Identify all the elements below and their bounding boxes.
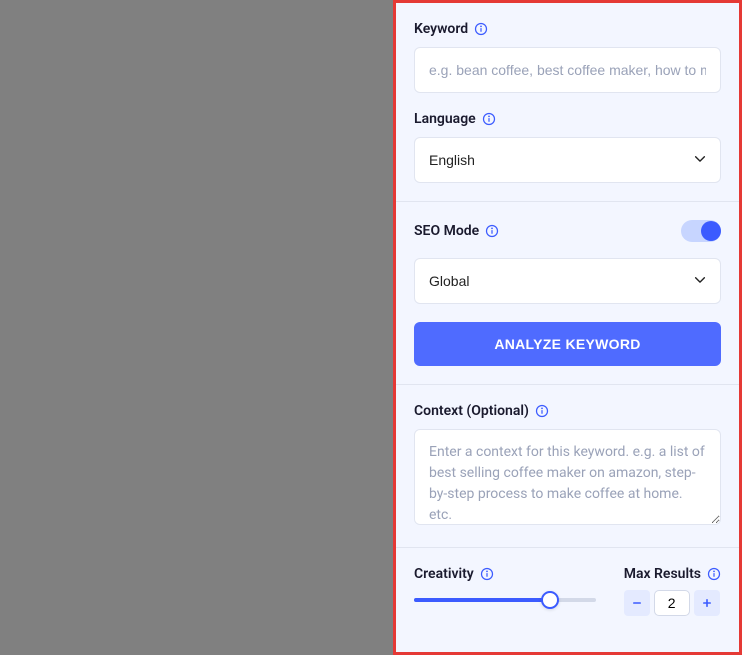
context-label-text: Context (Optional) <box>414 403 529 419</box>
language-label-text: Language <box>414 111 476 127</box>
info-icon[interactable] <box>480 567 494 581</box>
settings-panel: Keyword Language English SEO Mode <box>393 0 742 655</box>
language-label: Language <box>414 111 721 127</box>
minus-icon <box>632 598 642 608</box>
seo-mode-toggle[interactable] <box>681 220 721 242</box>
plus-icon <box>702 598 712 608</box>
seo-mode-section: SEO Mode Global ANALYZE KEYWORD <box>396 201 739 384</box>
analyze-keyword-button[interactable]: ANALYZE KEYWORD <box>414 322 721 366</box>
creativity-col: Creativity <box>414 566 596 616</box>
left-empty-panel <box>0 0 393 655</box>
decrement-button[interactable] <box>624 590 650 616</box>
seo-scope-select[interactable]: Global <box>414 258 721 304</box>
language-select[interactable]: English <box>414 137 721 183</box>
creativity-label-text: Creativity <box>414 566 474 582</box>
creativity-label: Creativity <box>414 566 596 582</box>
info-icon[interactable] <box>707 567 721 581</box>
max-results-col: Max Results <box>624 566 721 616</box>
toggle-knob <box>701 221 721 241</box>
seo-mode-label: SEO Mode <box>414 223 499 239</box>
increment-button[interactable] <box>694 590 720 616</box>
context-textarea[interactable] <box>414 429 721 525</box>
info-icon[interactable] <box>482 112 496 126</box>
keyword-label-text: Keyword <box>414 21 468 37</box>
max-results-label: Max Results <box>624 566 721 582</box>
creativity-slider[interactable] <box>414 590 596 610</box>
info-icon[interactable] <box>535 404 549 418</box>
keyword-section: Keyword <box>396 3 739 111</box>
slider-thumb[interactable] <box>541 591 559 609</box>
max-results-stepper <box>624 590 721 616</box>
slider-fill <box>414 598 550 602</box>
context-section: Context (Optional) <box>396 384 739 547</box>
max-results-label-text: Max Results <box>624 566 701 582</box>
max-results-input[interactable] <box>654 590 690 616</box>
keyword-label: Keyword <box>414 21 721 37</box>
keyword-input[interactable] <box>414 47 721 93</box>
bottom-controls: Creativity Max Results <box>396 547 739 640</box>
context-label: Context (Optional) <box>414 403 721 419</box>
info-icon[interactable] <box>485 224 499 238</box>
language-section: Language English <box>396 111 739 201</box>
info-icon[interactable] <box>474 22 488 36</box>
seo-mode-label-text: SEO Mode <box>414 223 479 239</box>
